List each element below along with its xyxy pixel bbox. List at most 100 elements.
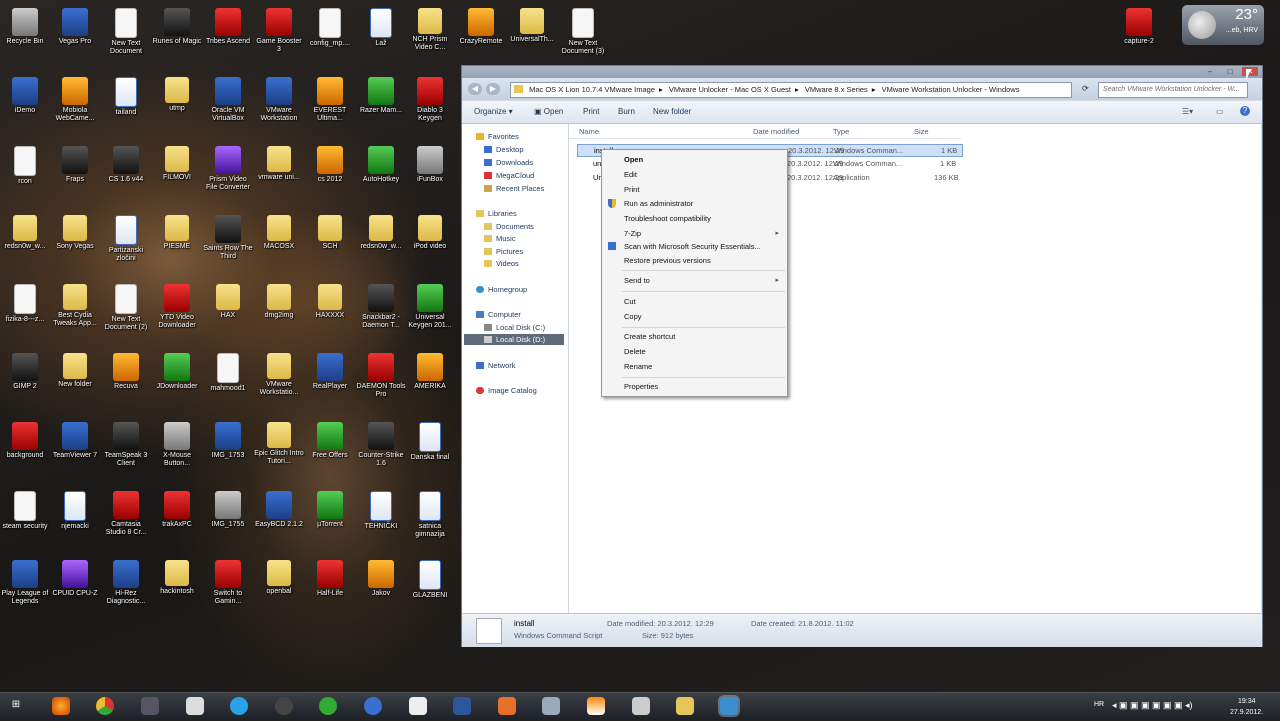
menu-run-as-admin[interactable]: Run as administrator: [624, 199, 693, 208]
desktop-icon[interactable]: Play League of Legends: [0, 560, 50, 606]
new-folder-button[interactable]: New folder: [653, 107, 691, 116]
clock-date[interactable]: 27.9.2012.: [1230, 709, 1263, 716]
teamspeak-icon[interactable]: [275, 697, 293, 715]
weather-gadget[interactable]: 23° ...eb, HRV: [1182, 5, 1264, 45]
desktop-icon[interactable]: X-Mouse Button...: [152, 422, 202, 468]
desktop-icon[interactable]: rcon: [0, 146, 50, 186]
desktop-icon[interactable]: Mobiola WebCame...: [50, 77, 100, 123]
nav-documents[interactable]: Documents: [484, 222, 534, 231]
menu-delete[interactable]: Delete: [624, 347, 646, 356]
desktop-icon[interactable]: VMware Workstatio...: [254, 353, 304, 397]
desktop-icon[interactable]: Epic Glitch Intro Tutori...: [254, 422, 304, 466]
desktop-icon[interactable]: Half-Life: [305, 560, 355, 598]
nav-megacloud[interactable]: MegaCloud: [484, 171, 534, 180]
desktop-icon[interactable]: satnica gimnazija: [405, 491, 455, 539]
chrome-icon[interactable]: [96, 697, 114, 715]
desktop-icon[interactable]: DAEMON Tools Pro: [356, 353, 406, 399]
nav-homegroup[interactable]: Homegroup: [476, 285, 527, 294]
desktop-icon[interactable]: iDemo: [0, 77, 50, 115]
minimize-button[interactable]: –: [1202, 67, 1218, 76]
firefox-icon[interactable]: [52, 697, 70, 715]
desktop-icon[interactable]: cs 2012: [305, 146, 355, 184]
desktop-icon[interactable]: Free Offers: [305, 422, 355, 460]
desktop-icon[interactable]: AMERIKA: [405, 353, 455, 391]
desktop-icon[interactable]: trakAxPC: [152, 491, 202, 529]
nav-pictures[interactable]: Pictures: [484, 247, 523, 256]
nav-computer[interactable]: Computer: [476, 310, 521, 319]
menu-cut[interactable]: Cut: [624, 297, 636, 306]
utorrent-icon[interactable]: [319, 697, 337, 715]
column-header-type[interactable]: Type: [833, 127, 849, 136]
menu-create-shortcut[interactable]: Create shortcut: [624, 332, 675, 341]
nav-music[interactable]: Music: [484, 234, 516, 243]
nav-downloads[interactable]: Downloads: [484, 158, 533, 167]
desktop-icon[interactable]: PIESME: [152, 215, 202, 251]
desktop-icon[interactable]: Saints Row The Third: [203, 215, 253, 261]
menu-restore-versions[interactable]: Restore previous versions: [624, 256, 711, 265]
desktop-icon[interactable]: SCH: [305, 215, 355, 251]
nav-local-disk-d[interactable]: Local Disk (D:): [464, 334, 564, 345]
desktop-icon[interactable]: NCH Prism Video C...: [405, 8, 455, 52]
desktop-icon[interactable]: hackintosh: [152, 560, 202, 596]
menu-rename[interactable]: Rename: [624, 362, 652, 371]
desktop-icon[interactable]: IMG_1755: [203, 491, 253, 529]
taskbar-app-icon[interactable]: [409, 697, 427, 715]
column-header-name[interactable]: Name: [579, 127, 599, 136]
desktop-icon[interactable]: iPod video: [405, 215, 455, 251]
search-input[interactable]: Search VMware Workstation Unlocker - W..…: [1098, 82, 1248, 98]
desktop-icon[interactable]: TEHNIČKI: [356, 491, 406, 531]
tray-icons[interactable]: ◂ ▣ ▣ ▣ ▣ ▣ ▣ ◂): [1112, 700, 1193, 711]
outlook-icon[interactable]: [498, 697, 516, 715]
desktop-icon[interactable]: Hi-Rez Diagnostic...: [101, 560, 151, 606]
desktop-icon[interactable]: CS 1.6 v44: [101, 146, 151, 184]
desktop-icon[interactable]: Recycle Bin: [0, 8, 50, 46]
desktop-icon[interactable]: Best Cydia Tweaks App...: [50, 284, 100, 328]
preview-pane-icon[interactable]: ▭: [1216, 107, 1224, 116]
menu-scan[interactable]: Scan with Microsoft Security Essentials.…: [624, 242, 761, 251]
menu-print[interactable]: Print: [624, 185, 639, 194]
desktop-icon[interactable]: iFunBox: [405, 146, 455, 184]
desktop-icon[interactable]: Danska final: [405, 422, 455, 462]
nav-videos[interactable]: Videos: [484, 259, 519, 268]
desktop-icon[interactable]: Laž: [356, 8, 406, 48]
column-header-size[interactable]: Size: [914, 127, 929, 136]
nav-libraries[interactable]: Libraries: [476, 209, 517, 218]
desktop-icon[interactable]: utmp: [152, 77, 202, 113]
desktop-icon[interactable]: fizika-8---z...: [0, 284, 50, 324]
desktop-icon[interactable]: Runes of Magic: [152, 8, 202, 46]
title-bar[interactable]: – □ ✕: [462, 66, 1262, 78]
taskbar-app-icon[interactable]: [186, 697, 204, 715]
menu-properties[interactable]: Properties: [624, 382, 658, 391]
nav-image-catalog[interactable]: Image Catalog: [476, 386, 537, 395]
print-button[interactable]: Print: [583, 107, 599, 116]
address-bar[interactable]: Mac OS X Lion 10.7.4 VMware Image ▸ VMwar…: [510, 82, 1072, 98]
nav-local-disk-c[interactable]: Local Disk (C:): [484, 323, 545, 332]
desktop-icon[interactable]: Counter-Strike 1.6: [356, 422, 406, 468]
desktop-icon[interactable]: FILMOVI: [152, 146, 202, 182]
desktop-icon[interactable]: redsn0w_w...: [0, 215, 50, 251]
desktop-icon[interactable]: Game Booster 3: [254, 8, 304, 54]
burn-button[interactable]: Burn: [618, 107, 635, 116]
clock-time[interactable]: 19:34: [1238, 698, 1256, 705]
desktop-icon[interactable]: Partizanski zločini: [101, 215, 151, 263]
column-header-date[interactable]: Date modified: [753, 127, 799, 136]
desktop-icon[interactable]: New Text Document (3): [558, 8, 608, 56]
desktop-icon[interactable]: TeamSpeak 3 Client: [101, 422, 151, 468]
taskbar-app-icon[interactable]: [632, 697, 650, 715]
help-icon[interactable]: ?: [1240, 106, 1250, 116]
desktop-icon[interactable]: UniversalTh...: [507, 8, 557, 44]
desktop-icon[interactable]: Camtasia Studio 8 Cr...: [101, 491, 151, 537]
desktop-icon[interactable]: IMG_1753: [203, 422, 253, 460]
forward-button[interactable]: ▶: [486, 83, 500, 95]
organize-button[interactable]: Organize ▾: [474, 107, 513, 116]
desktop-icon[interactable]: steam security: [0, 491, 50, 531]
desktop-icon[interactable]: HAXXXX: [305, 284, 355, 320]
nav-favorites[interactable]: Favorites: [476, 132, 519, 141]
desktop-icon[interactable]: RealPlayer: [305, 353, 355, 391]
desktop-icon[interactable]: Jakov: [356, 560, 406, 598]
maximize-button[interactable]: □: [1222, 67, 1238, 76]
vmware-icon[interactable]: [720, 697, 738, 715]
nav-recent-places[interactable]: Recent Places: [484, 184, 544, 193]
desktop-icon[interactable]: VMware Workstation: [254, 77, 304, 123]
desktop-icon[interactable]: EasyBCD 2.1.2: [254, 491, 304, 529]
